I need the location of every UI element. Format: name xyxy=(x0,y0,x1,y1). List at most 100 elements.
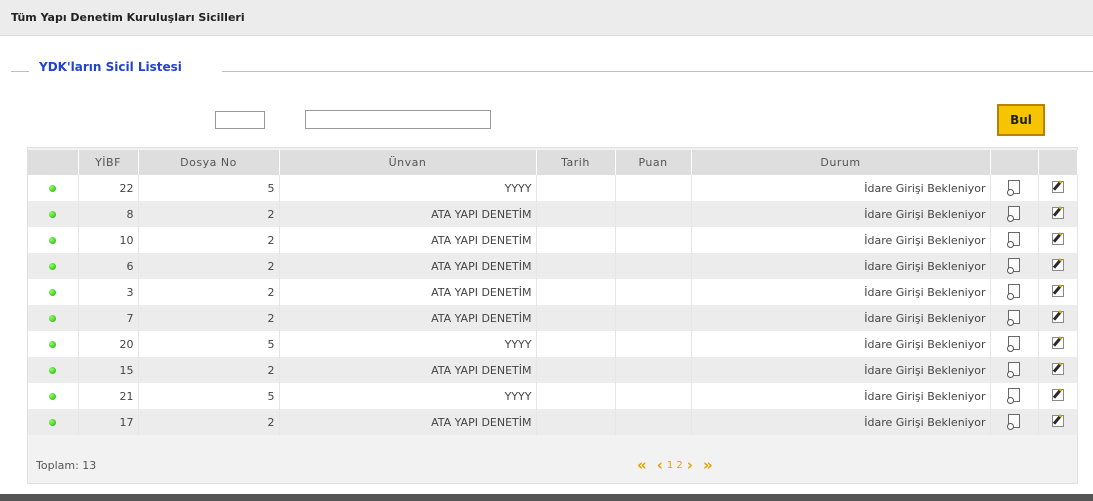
yibf-cell: 3 xyxy=(78,279,139,305)
table-row[interactable]: 17 2 ATA YAPI DENETİM İdare Girişi Bekleniy… xyxy=(28,409,1078,435)
edit-icon[interactable] xyxy=(1051,284,1064,297)
table-row[interactable]: 15 2 ATA YAPI DENETİM İdare Girişi Bekleniy… xyxy=(28,357,1078,383)
tarih-cell xyxy=(536,227,616,253)
view-document-icon[interactable] xyxy=(1007,387,1020,404)
prev-page-button[interactable]: ‹ xyxy=(657,456,663,474)
column-header-yibf[interactable]: YİBF xyxy=(78,150,139,175)
dosya-no-cell: 2 xyxy=(138,253,280,279)
durum-cell: İdare Girişi Bekleniyor xyxy=(691,331,991,357)
edit-icon[interactable] xyxy=(1051,206,1064,219)
edit-icon[interactable] xyxy=(1051,388,1064,401)
table-row[interactable]: 6 2 ATA YAPI DENETİM İdare Girişi Bekleniyo… xyxy=(28,253,1078,279)
puan-cell xyxy=(615,357,692,383)
view-document-icon[interactable] xyxy=(1007,361,1020,378)
last-page-button[interactable]: » xyxy=(703,456,713,474)
status-dot-icon xyxy=(49,262,57,270)
unvan-cell: YYYY xyxy=(279,383,537,409)
view-cell xyxy=(990,383,1039,409)
status-cell xyxy=(28,253,79,279)
view-document-icon[interactable] xyxy=(1007,257,1020,274)
durum-cell: İdare Girişi Bekleniyor xyxy=(691,279,991,305)
table-row[interactable]: 8 2 ATA YAPI DENETİM İdare Girişi Bekleniyo… xyxy=(28,201,1078,227)
column-header-dosya-no[interactable]: Dosya No xyxy=(138,150,280,175)
dosya-no-cell: 5 xyxy=(138,331,280,357)
column-header-durum[interactable]: Durum xyxy=(691,150,991,175)
tarih-cell xyxy=(536,305,616,331)
edit-icon[interactable] xyxy=(1051,258,1064,271)
table-row[interactable]: 21 5 YYYY İdare Girişi Bekleniyor xyxy=(28,383,1078,409)
edit-cell xyxy=(1038,227,1078,253)
edit-cell xyxy=(1038,383,1078,409)
view-document-icon[interactable] xyxy=(1007,335,1020,352)
edit-icon[interactable] xyxy=(1051,310,1064,323)
view-document-icon[interactable] xyxy=(1007,205,1020,222)
column-header-unvan[interactable]: Ünvan xyxy=(279,150,537,175)
puan-cell xyxy=(615,253,692,279)
puan-cell xyxy=(615,383,692,409)
status-dot-icon xyxy=(49,366,57,374)
page-numbers[interactable]: 1 2 xyxy=(667,460,683,471)
durum-cell: İdare Girişi Bekleniyor xyxy=(691,201,991,227)
status-cell xyxy=(28,357,79,383)
durum-cell: İdare Girişi Bekleniyor xyxy=(691,305,991,331)
table-row[interactable]: 3 2 ATA YAPI DENETİM İdare Girişi Bekleniyo… xyxy=(28,279,1078,305)
view-document-icon[interactable] xyxy=(1007,309,1020,326)
view-document-icon[interactable] xyxy=(1007,283,1020,300)
yibf-cell: 15 xyxy=(78,357,139,383)
edit-cell xyxy=(1038,201,1078,227)
edit-cell xyxy=(1038,409,1078,435)
view-document-icon[interactable] xyxy=(1007,179,1020,196)
view-cell xyxy=(990,279,1039,305)
durum-cell: İdare Girişi Bekleniyor xyxy=(691,253,991,279)
table-row[interactable]: 10 2 ATA YAPI DENETİM İdare Girişi Bekleniy… xyxy=(28,227,1078,253)
yibf-cell: 8 xyxy=(78,201,139,227)
table-row[interactable]: 7 2 ATA YAPI DENETİM İdare Girişi Bekleniyo… xyxy=(28,305,1078,331)
status-cell xyxy=(28,409,79,435)
pagination: « ‹ 1 2 › » xyxy=(637,455,713,475)
section-title: YDK'ların Sicil Listesi xyxy=(39,60,182,74)
unvan-cell: ATA YAPI DENETİM xyxy=(279,227,537,253)
unvan-cell: ATA YAPI DENETİM xyxy=(279,357,537,383)
yibf-filter-input[interactable] xyxy=(215,111,265,129)
durum-cell: İdare Girişi Bekleniyor xyxy=(691,383,991,409)
column-header-puan[interactable]: Puan xyxy=(615,150,692,175)
edit-cell xyxy=(1038,305,1078,331)
edit-icon[interactable] xyxy=(1051,414,1064,427)
status-cell xyxy=(28,305,79,331)
view-cell xyxy=(990,253,1039,279)
view-cell xyxy=(990,357,1039,383)
status-cell xyxy=(28,331,79,357)
edit-icon[interactable] xyxy=(1051,232,1064,245)
status-cell xyxy=(28,383,79,409)
table-row[interactable]: 22 5 YYYY İdare Girişi Bekleniyor xyxy=(28,175,1078,201)
dosya-no-cell: 2 xyxy=(138,305,280,331)
column-header-tarih[interactable]: Tarih xyxy=(536,150,616,175)
view-document-icon[interactable] xyxy=(1007,231,1020,248)
puan-cell xyxy=(615,305,692,331)
status-dot-icon xyxy=(49,418,57,426)
column-header-status xyxy=(28,150,79,175)
tarih-cell xyxy=(536,253,616,279)
status-cell xyxy=(28,227,79,253)
view-cell xyxy=(990,175,1039,201)
table-row[interactable]: 20 5 YYYY İdare Girişi Bekleniyor xyxy=(28,331,1078,357)
total-count: Toplam: 13 xyxy=(36,459,97,472)
unvan-filter-input[interactable] xyxy=(305,110,491,129)
first-page-button[interactable]: « xyxy=(637,456,647,474)
fieldset-border-left xyxy=(11,71,29,72)
unvan-cell: ATA YAPI DENETİM xyxy=(279,253,537,279)
edit-icon[interactable] xyxy=(1051,180,1064,193)
unvan-cell: YYYY xyxy=(279,331,537,357)
column-header-view xyxy=(990,150,1039,175)
next-page-button[interactable]: › xyxy=(687,456,693,474)
status-dot-icon xyxy=(49,236,57,244)
page-header: Tüm Yapı Denetim Kuruluşları Sicilleri xyxy=(0,0,1093,36)
view-document-icon[interactable] xyxy=(1007,413,1020,430)
page-title: Tüm Yapı Denetim Kuruluşları Sicilleri xyxy=(11,11,245,24)
search-button[interactable]: Bul xyxy=(997,104,1045,136)
unvan-cell: ATA YAPI DENETİM xyxy=(279,409,537,435)
status-dot-icon xyxy=(49,184,57,192)
edit-icon[interactable] xyxy=(1051,336,1064,349)
dosya-no-cell: 5 xyxy=(138,175,280,201)
edit-icon[interactable] xyxy=(1051,362,1064,375)
